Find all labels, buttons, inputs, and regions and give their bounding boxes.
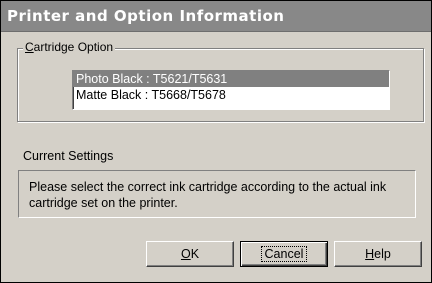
current-settings-label: Current Settings [23, 149, 114, 163]
dialog-window: Printer and Option Information Cartridge… [0, 0, 432, 283]
list-item-matte-black[interactable]: Matte Black : T5668/T5678 [73, 87, 389, 103]
help-button[interactable]: Help [334, 241, 422, 267]
ok-button[interactable]: OK [146, 241, 234, 267]
title-bar[interactable]: Printer and Option Information [1, 1, 431, 32]
window-title: Printer and Option Information [7, 7, 285, 25]
current-settings-message: Please select the correct ink cartridge … [18, 170, 416, 218]
cartridge-option-legend: Cartridge Option [23, 40, 116, 54]
cancel-button[interactable]: Cancel [240, 241, 328, 267]
list-item-photo-black[interactable]: Photo Black : T5621/T5631 [73, 71, 389, 87]
cartridge-listbox[interactable]: Photo Black : T5621/T5631 Matte Black : … [72, 70, 390, 110]
